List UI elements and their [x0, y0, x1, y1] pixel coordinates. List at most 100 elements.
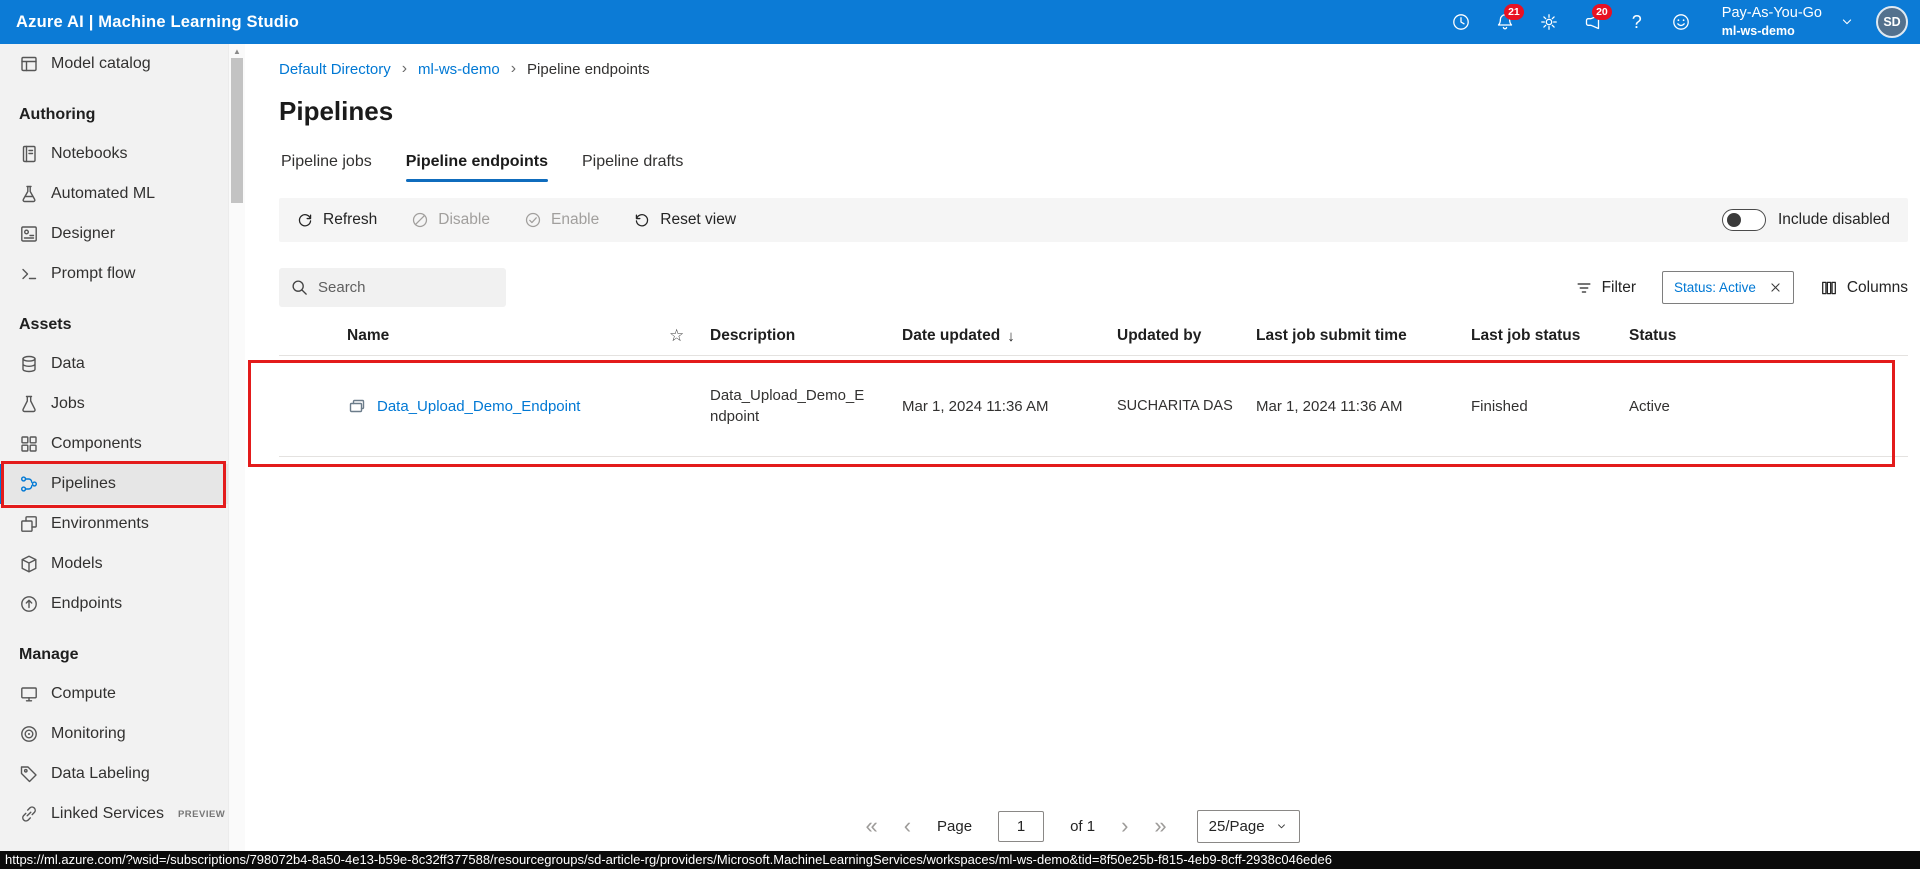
sidebar-item-label: Data: [51, 355, 85, 372]
sidebar-item-data-labeling[interactable]: Data Labeling: [0, 754, 228, 794]
account-switcher[interactable]: Pay-As-You-Go ml-ws-demo: [1722, 4, 1822, 39]
columns-icon: [1820, 279, 1838, 297]
status-cell: Active: [1629, 397, 1670, 415]
updated-by-cell: SUCHARITA DAS: [1117, 398, 1233, 414]
pagination: « ‹ Page of 1 › » 25/Page: [245, 806, 1920, 846]
sidebar-item-environments[interactable]: Environments: [0, 504, 228, 544]
sidebar-item-label: Models: [51, 555, 103, 572]
include-disabled-label: Include disabled: [1777, 211, 1890, 228]
column-header-date-updated[interactable]: Date updated ↓: [902, 327, 1117, 345]
last-page-button[interactable]: »: [1154, 815, 1166, 837]
column-header-last-job-submit-time[interactable]: Last job submit time: [1256, 327, 1471, 345]
enable-button[interactable]: Enable: [507, 198, 616, 242]
pipelines-icon: [19, 474, 39, 494]
topbar-actions: 21 20 ? Pay-As-You-Go ml-ws-demo SD: [1442, 3, 1908, 41]
close-icon[interactable]: [1769, 281, 1782, 294]
chevron-down-icon: [1839, 14, 1855, 30]
column-header-name[interactable]: Name: [279, 327, 669, 345]
notifications-badge: 21: [1504, 4, 1524, 20]
sidebar-item-notebooks[interactable]: Notebooks: [0, 134, 228, 174]
sidebar-item-label: Monitoring: [51, 725, 126, 742]
scroll-up-icon[interactable]: ▲: [229, 47, 245, 56]
sidebar-item-pipelines[interactable]: Pipelines: [0, 464, 228, 504]
sidebar-item-prompt-flow[interactable]: Prompt flow: [0, 254, 228, 294]
column-header-updated-by[interactable]: Updated by: [1117, 327, 1256, 345]
refresh-label: Refresh: [323, 211, 378, 228]
sidebar-item-label: Environments: [51, 515, 149, 532]
command-bar: Refresh Disable Enable Reset view Includ…: [279, 198, 1908, 242]
sidebar-item-label: Linked Services: [51, 805, 164, 822]
columns-button[interactable]: Columns: [1820, 279, 1908, 297]
models-icon: [19, 554, 39, 574]
page-size-select[interactable]: 25/Page: [1196, 809, 1300, 843]
sidebar-item-endpoints[interactable]: Endpoints: [0, 584, 228, 624]
account-dropdown-button[interactable]: [1832, 3, 1862, 41]
data-labeling-icon: [19, 764, 39, 784]
filter-button[interactable]: Filter: [1575, 279, 1636, 297]
history-button[interactable]: [1442, 3, 1480, 41]
page-of-label: of 1: [1070, 817, 1096, 835]
status-url-text: https://ml.azure.com/?wsid=/subscription…: [5, 852, 1332, 867]
sidebar-item-model-catalog[interactable]: Model catalog: [0, 44, 228, 84]
notifications-button[interactable]: 21: [1486, 3, 1524, 41]
reset-view-icon: [633, 211, 651, 229]
enable-label: Enable: [550, 211, 600, 228]
breadcrumb-workspace-link[interactable]: ml-ws-demo: [418, 61, 500, 78]
column-header-last-job-status[interactable]: Last job status: [1471, 327, 1629, 345]
help-button[interactable]: ?: [1618, 3, 1656, 41]
feedback-button[interactable]: [1662, 3, 1700, 41]
first-page-button[interactable]: «: [865, 815, 877, 837]
sidebar-item-linked-services[interactable]: Linked Services PREVIEW: [0, 794, 228, 834]
sidebar-item-monitoring[interactable]: Monitoring: [0, 714, 228, 754]
app-title: Azure AI | Machine Learning Studio: [16, 12, 300, 31]
disable-label: Disable: [438, 211, 490, 228]
tab-pipeline-jobs[interactable]: Pipeline jobs: [281, 153, 372, 182]
sidebar-item-data[interactable]: Data: [0, 344, 228, 384]
table-header-row: Name ☆ Description Date updated ↓ Update…: [279, 317, 1908, 356]
preview-badge: PREVIEW: [177, 808, 226, 820]
page-number-input[interactable]: [998, 810, 1045, 842]
model-catalog-icon: [19, 54, 39, 74]
favorite-star-icon[interactable]: ☆: [669, 326, 710, 346]
sidebar-scrollbar-thumb[interactable]: [231, 58, 243, 203]
avatar[interactable]: SD: [1876, 6, 1908, 38]
pipeline-endpoint-link[interactable]: Data_Upload_Demo_Endpoint: [377, 398, 580, 415]
sidebar-item-models[interactable]: Models: [0, 544, 228, 584]
previous-page-button[interactable]: ‹: [904, 815, 911, 837]
pipeline-endpoint-icon: [347, 396, 367, 416]
reset-view-label: Reset view: [660, 211, 737, 228]
disable-button[interactable]: Disable: [394, 198, 507, 242]
top-app-bar: Azure AI | Machine Learning Studio 21 20…: [0, 0, 1920, 44]
table-row[interactable]: Data_Upload_Demo_Endpoint Data_Upload_De…: [279, 356, 1908, 457]
column-header-status[interactable]: Status: [1629, 327, 1908, 345]
next-page-button[interactable]: ›: [1121, 815, 1128, 837]
date-updated-cell: Mar 1, 2024 11:36 AM: [902, 397, 1049, 415]
breadcrumb-directory-link[interactable]: Default Directory: [279, 61, 391, 78]
history-icon: [1451, 12, 1471, 32]
tab-pipeline-drafts[interactable]: Pipeline drafts: [582, 153, 683, 182]
search-input[interactable]: [318, 279, 495, 296]
enable-icon: [524, 211, 542, 229]
breadcrumb-current-page: Pipeline endpoints: [527, 60, 650, 78]
include-disabled-toggle[interactable]: [1721, 209, 1766, 231]
search-box[interactable]: [279, 268, 506, 307]
settings-button[interactable]: [1530, 3, 1568, 41]
sidebar-item-compute[interactable]: Compute: [0, 674, 228, 714]
status-active-filter-chip[interactable]: Status: Active: [1662, 271, 1794, 304]
toggle-knob: [1726, 213, 1741, 227]
sidebar-item-designer[interactable]: Designer: [0, 214, 228, 254]
sort-descending-icon: ↓: [1007, 327, 1015, 345]
announcements-button[interactable]: 20: [1574, 3, 1612, 41]
sidebar-item-jobs[interactable]: Jobs: [0, 384, 228, 424]
status-url-bar: https://ml.azure.com/?wsid=/subscription…: [0, 851, 1920, 869]
column-header-description[interactable]: Description: [710, 327, 902, 345]
tab-pipeline-endpoints[interactable]: Pipeline endpoints: [405, 153, 549, 182]
endpoints-icon: [19, 594, 39, 614]
sidebar-item-label: Components: [51, 435, 142, 452]
sidebar-item-automated-ml[interactable]: Automated ML: [0, 174, 228, 214]
sidebar-item-components[interactable]: Components: [0, 424, 228, 464]
sidebar-scrollbar[interactable]: ▲: [228, 44, 245, 851]
refresh-button[interactable]: Refresh: [279, 198, 394, 242]
data-icon: [19, 354, 39, 374]
reset-view-button[interactable]: Reset view: [616, 198, 753, 242]
